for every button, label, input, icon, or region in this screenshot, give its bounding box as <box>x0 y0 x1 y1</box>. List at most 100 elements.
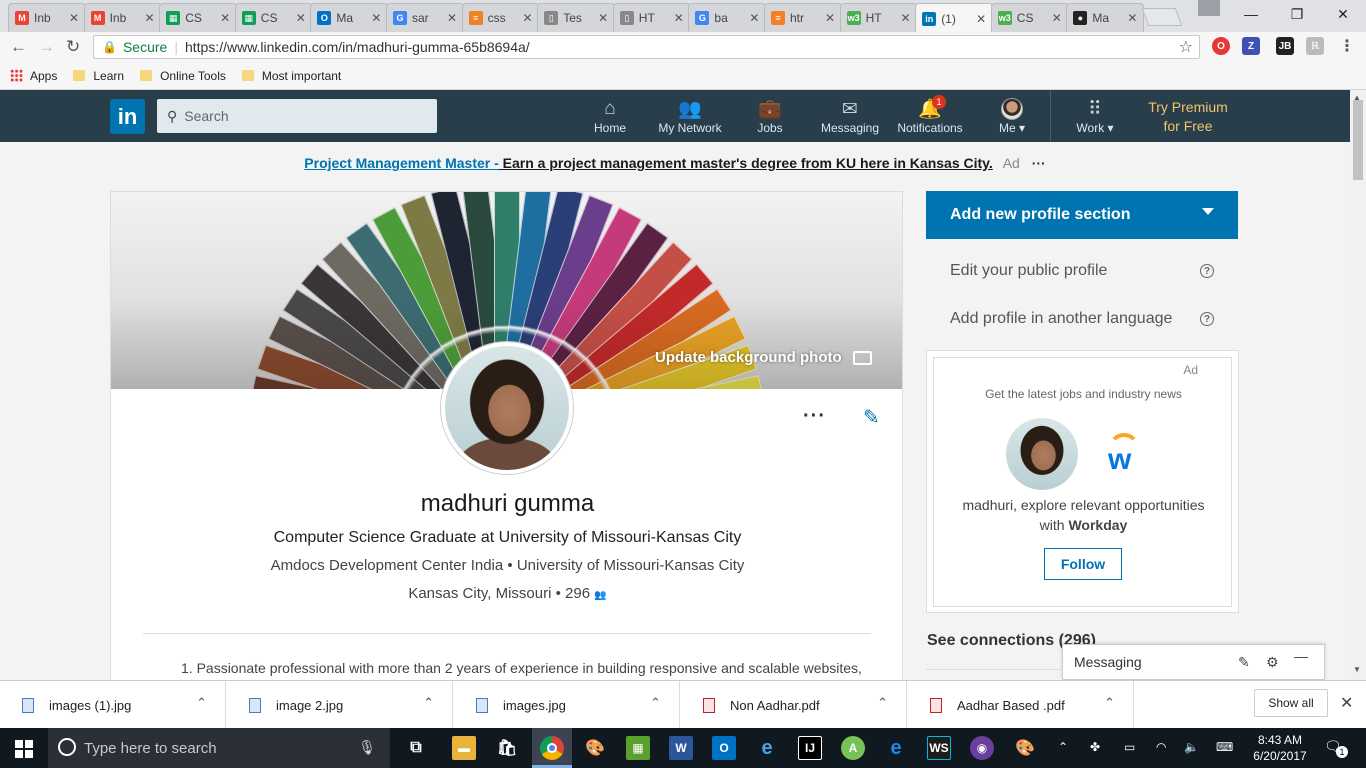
download-options-chevron-icon[interactable]: ⌃ <box>423 695 434 711</box>
jetbrains-extension-icon[interactable]: JB <box>1276 37 1294 55</box>
browser-tab[interactable]: Gsar ✕ <box>386 3 464 32</box>
taskbar-search-input[interactable]: Type here to search 🎙 <box>48 728 390 768</box>
browser-tab[interactable]: Gba ✕ <box>688 3 767 32</box>
close-tab-icon[interactable]: ✕ <box>901 11 911 25</box>
ad-link[interactable]: Project Management Master - <box>304 155 499 171</box>
nav-home[interactable]: ⌂ Home <box>592 98 628 135</box>
download-item[interactable]: Aadhar Based .pdf ⌃ <box>908 681 1134 729</box>
close-tab-icon[interactable]: ✕ <box>1052 11 1062 25</box>
download-options-chevron-icon[interactable]: ⌃ <box>650 695 661 711</box>
nav-my-network[interactable]: 👥 My Network <box>656 98 724 135</box>
maximize-icon[interactable]: ❐ <box>1274 0 1320 28</box>
address-bar[interactable]: 🔒 Secure | https://www.linkedin.com/in/m… <box>93 35 1200 59</box>
add-language-profile-link[interactable]: Add profile in another language <box>950 310 1172 328</box>
close-tab-icon[interactable]: ✕ <box>674 11 684 25</box>
forward-icon[interactable]: → <box>38 37 55 57</box>
gear-icon[interactable]: ⚙ <box>1266 654 1279 671</box>
microphone-icon[interactable]: 🎙 <box>358 739 376 756</box>
url-text[interactable]: https://www.linkedin.com/in/madhuri-gumm… <box>185 39 530 55</box>
intellij-icon[interactable]: IJ <box>798 736 822 760</box>
profile-school[interactable]: University of Missouri-Kansas City <box>517 557 745 574</box>
download-item[interactable]: image 2.jpg ⌃ <box>227 681 453 729</box>
outlook-icon[interactable]: O <box>712 736 736 760</box>
chrome-icon[interactable] <box>540 736 564 760</box>
show-all-downloads-button[interactable]: Show all <box>1254 689 1328 717</box>
download-item[interactable]: images (1).jpg ⌃ <box>0 681 226 729</box>
bookmark-star-icon[interactable]: ☆ <box>1179 37 1193 57</box>
nav-jobs[interactable]: 💼 Jobs <box>752 98 788 135</box>
battery-icon[interactable]: ▭ <box>1124 740 1135 754</box>
close-tab-icon[interactable]: ✕ <box>523 11 533 25</box>
wifi-icon[interactable]: ◠ <box>1156 740 1166 754</box>
download-options-chevron-icon[interactable]: ⌃ <box>196 695 207 711</box>
try-premium-link[interactable]: Try Premium for Free <box>1140 98 1236 136</box>
zotero-extension-icon[interactable]: Z <box>1242 37 1260 55</box>
edit-public-profile-link[interactable]: Edit your public profile <box>950 262 1107 280</box>
internet-explorer-icon[interactable]: e <box>755 736 779 760</box>
download-options-chevron-icon[interactable]: ⌃ <box>877 695 888 711</box>
profile-company[interactable]: Amdocs Development Center India <box>271 557 504 574</box>
close-tab-icon[interactable]: ✕ <box>296 11 306 25</box>
windows-start-icon[interactable] <box>15 740 33 758</box>
opera-extension-icon[interactable]: O <box>1212 37 1230 55</box>
help-icon[interactable]: ? <box>1200 312 1214 326</box>
extension-icon[interactable]: ℝ <box>1306 37 1324 55</box>
store-icon[interactable]: 🛍 <box>495 736 519 760</box>
add-profile-section-button[interactable]: Add new profile section <box>926 191 1238 239</box>
help-icon[interactable]: ? <box>1200 264 1214 278</box>
minimize-icon[interactable]: — <box>1228 0 1274 28</box>
close-tab-icon[interactable]: ✕ <box>825 11 835 25</box>
browser-tab[interactable]: O Ma ✕ <box>310 3 389 32</box>
bookmark-online-tools[interactable]: Online Tools <box>140 69 226 83</box>
more-options-icon[interactable]: ··· <box>803 405 826 428</box>
download-item[interactable]: Non Aadhar.pdf ⌃ <box>681 681 907 729</box>
close-tab-icon[interactable]: ✕ <box>69 11 79 25</box>
close-tab-icon[interactable]: ✕ <box>371 11 381 25</box>
ad-more-icon[interactable]: ··· <box>1032 155 1046 171</box>
bookmark-apps[interactable]: Apps <box>10 69 57 83</box>
browser-tab[interactable]: ● Ma ✕ <box>1066 3 1145 32</box>
browser-tab[interactable]: ▯ Tes ✕ <box>537 3 616 32</box>
close-tab-icon[interactable]: ✕ <box>1127 11 1137 25</box>
linkedin-logo-icon[interactable]: in <box>110 99 145 134</box>
follow-button[interactable]: Follow <box>1044 548 1122 580</box>
close-tab-icon[interactable]: ✕ <box>220 11 230 25</box>
close-downloads-icon[interactable]: ✕ <box>1340 693 1353 713</box>
chrome-user-icon[interactable] <box>1198 0 1220 16</box>
update-background-button[interactable]: Update background photo <box>655 349 872 366</box>
close-tab-icon[interactable]: ✕ <box>749 11 759 25</box>
browser-tab[interactable]: ▦ CS ✕ <box>159 3 238 32</box>
nav-me[interactable]: Me ▾ <box>994 98 1030 135</box>
new-tab-button[interactable] <box>1141 8 1183 26</box>
close-tab-icon[interactable]: ✕ <box>145 11 155 25</box>
edit-pencil-icon[interactable]: ✎ <box>863 405 880 430</box>
sheets-app-icon[interactable]: ▦ <box>626 736 650 760</box>
word-icon[interactable]: W <box>669 736 693 760</box>
scroll-thumb[interactable] <box>1353 100 1363 180</box>
browser-tab[interactable]: in (1) ✕ <box>915 3 994 33</box>
browser-tab[interactable]: ≡ css ✕ <box>461 3 540 32</box>
browser-tab[interactable]: M Inb ✕ <box>8 3 86 32</box>
profile-connections-count[interactable]: 296 <box>565 585 590 602</box>
reload-icon[interactable]: ↻ <box>66 37 80 57</box>
browser-tab[interactable]: M Inb ✕ <box>83 3 162 32</box>
messaging-overlay[interactable]: Messaging ✎ ⚙ — <box>1062 644 1325 680</box>
keyboard-icon[interactable]: ⌨ <box>1216 740 1233 754</box>
download-options-chevron-icon[interactable]: ⌃ <box>1104 695 1115 711</box>
browser-tab[interactable]: w3 CS ✕ <box>990 3 1069 32</box>
profile-photo[interactable] <box>441 342 573 474</box>
app-icon[interactable]: ◉ <box>970 736 994 760</box>
browser-tab[interactable]: w3 HT ✕ <box>839 3 918 32</box>
ad-text[interactable]: Earn a project management master's degre… <box>499 155 993 171</box>
android-studio-icon[interactable]: A <box>841 736 865 760</box>
close-tab-icon[interactable]: ✕ <box>598 11 608 25</box>
bookmark-learn[interactable]: Learn <box>73 69 124 83</box>
browser-tab[interactable]: ▦ CS ✕ <box>234 3 313 32</box>
close-window-icon[interactable]: ✕ <box>1320 0 1366 28</box>
bookmark-most-important[interactable]: Most important <box>241 69 341 83</box>
nav-messaging[interactable]: ✉ Messaging <box>820 98 880 136</box>
chrome-menu-icon[interactable]: ⋮ <box>1338 37 1356 55</box>
palette-app-icon[interactable]: 🎨 <box>1013 736 1037 760</box>
tray-app-icon[interactable]: ✤ <box>1090 740 1100 754</box>
close-tab-icon[interactable]: ✕ <box>976 12 986 26</box>
